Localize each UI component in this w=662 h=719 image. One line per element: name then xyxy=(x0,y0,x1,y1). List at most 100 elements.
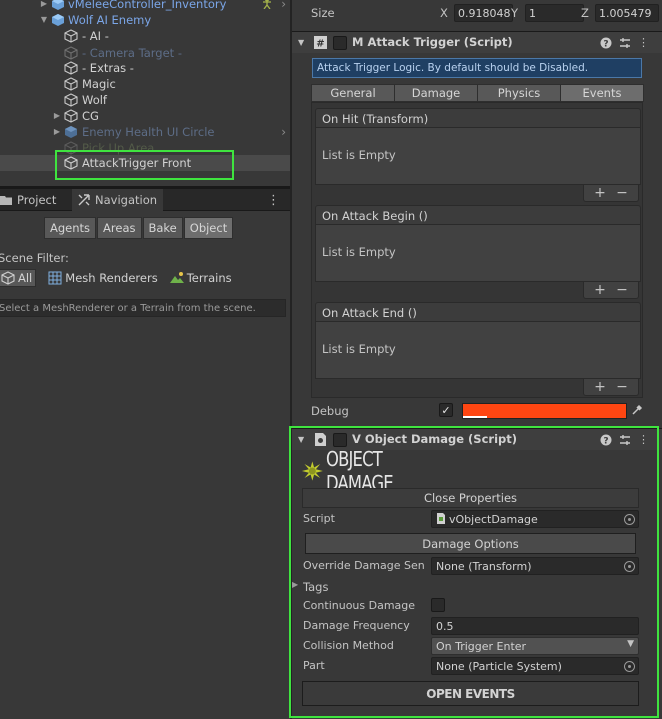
size-z-field[interactable]: 1.005479 xyxy=(595,4,659,22)
kebab-menu-icon[interactable]: ⋮ xyxy=(267,193,280,208)
tab-label: Navigation xyxy=(95,193,158,207)
event-on-attack-end: On Attack End () List is Empty + − xyxy=(315,302,641,396)
help-icon[interactable]: ? xyxy=(599,36,612,49)
component-title: M Attack Trigger (Script) xyxy=(352,35,513,49)
filter-all-label: All xyxy=(18,271,33,285)
foldout-right-icon[interactable]: ▶ xyxy=(39,0,49,9)
hierarchy-item-label: Wolf xyxy=(82,93,107,107)
debug-checkbox[interactable]: ✓ xyxy=(439,403,453,417)
hierarchy-row[interactable]: ▶ Enemy Health UI Circle › xyxy=(0,124,290,140)
hierarchy-row[interactable]: - Extras - xyxy=(0,60,290,76)
add-icon[interactable]: + xyxy=(594,282,606,298)
navigation-icon xyxy=(78,194,90,206)
agents-button[interactable]: Agents xyxy=(44,217,97,239)
kebab-menu-icon[interactable]: ⋮ xyxy=(637,36,650,49)
gameobject-cube-icon xyxy=(64,29,78,43)
tab-navigation[interactable]: Navigation xyxy=(72,189,164,211)
hierarchy-item-label: vMeleeController_Inventory xyxy=(68,0,227,11)
filter-terrains-button[interactable]: Terrains xyxy=(169,269,232,287)
csharp-script-icon: # xyxy=(314,36,327,50)
nav-tabbar: Project Navigation ⋮ xyxy=(0,189,290,211)
event-body: List is Empty xyxy=(315,225,641,282)
axis-y-label: Y xyxy=(511,6,519,20)
event-on-attack-begin: On Attack Begin () List is Empty + − xyxy=(315,205,641,299)
scene-filter-row: All Mesh Renderers Terrains xyxy=(0,269,244,287)
filter-terrains-label: Terrains xyxy=(186,271,232,285)
prefab-cube-icon xyxy=(52,14,64,26)
hierarchy-item-label: Enemy Health UI Circle xyxy=(82,125,215,139)
scene-filter-label: Scene Filter: xyxy=(0,251,69,265)
tab-project[interactable]: Project xyxy=(0,189,62,211)
tab-label: Project xyxy=(17,193,57,207)
foldout-down-icon[interactable]: ▼ xyxy=(298,38,304,47)
size-y-field[interactable]: 1 xyxy=(525,4,584,22)
hierarchy-row[interactable]: Wolf xyxy=(0,92,290,108)
hierarchy-row[interactable]: - Camera Target - xyxy=(0,45,290,61)
selection-highlight xyxy=(55,150,234,180)
hierarchy-row[interactable]: ▶ CG xyxy=(0,108,290,124)
list-controls: + − xyxy=(583,282,639,299)
preset-icon[interactable] xyxy=(618,36,631,49)
debug-color-field[interactable] xyxy=(462,403,627,419)
foldout-down-icon[interactable]: ▼ xyxy=(39,15,49,25)
remove-icon[interactable]: − xyxy=(616,185,628,201)
nav-mode-buttons: Agents Areas Bake Object xyxy=(44,217,234,239)
eyedropper-icon[interactable] xyxy=(631,404,643,416)
event-body: List is Empty xyxy=(315,322,641,379)
gameobject-cube-icon xyxy=(64,46,78,60)
add-icon[interactable]: + xyxy=(594,379,606,395)
svg-text:#: # xyxy=(316,39,324,50)
list-controls: + − xyxy=(583,379,639,396)
size-y-group: Y 1 xyxy=(511,4,584,22)
hierarchy-row[interactable]: Magic xyxy=(0,76,290,92)
event-body: List is Empty xyxy=(315,128,641,185)
event-name: On Attack End () xyxy=(315,302,641,322)
attack-trigger-header[interactable]: ▼ # M Attack Trigger (Script) ? ⋮ xyxy=(292,31,662,53)
event-name: On Attack Begin () xyxy=(315,205,641,225)
foldout-right-icon[interactable]: ▶ xyxy=(52,127,62,137)
header-icons: ? ⋮ xyxy=(599,36,650,49)
size-label: Size xyxy=(311,6,335,20)
hierarchy-row[interactable]: ▼ Wolf AI Enemy xyxy=(0,12,290,28)
prefab-cube-icon xyxy=(52,0,64,10)
filter-all-button[interactable]: All xyxy=(0,269,37,287)
folder-icon xyxy=(0,196,12,205)
mesh-grid-icon xyxy=(48,271,62,285)
hierarchy-item-label: - AI - xyxy=(82,29,109,43)
bake-button[interactable]: Bake xyxy=(142,217,183,239)
tab-physics[interactable]: Physics xyxy=(477,84,561,102)
object-button[interactable]: Object xyxy=(183,217,234,239)
size-x-group: X 0.918048 xyxy=(440,4,513,22)
selection-highlight xyxy=(289,426,659,718)
hierarchy-row[interactable]: ▶ vMeleeController_Inventory › xyxy=(0,0,290,12)
person-icon xyxy=(263,0,271,9)
gameobject-cube-icon xyxy=(64,61,78,75)
axis-z-label: Z xyxy=(581,6,589,20)
add-icon[interactable]: + xyxy=(594,185,606,201)
remove-icon[interactable]: − xyxy=(616,282,628,298)
foldout-right-icon[interactable]: ▶ xyxy=(52,111,62,121)
events-area: On Hit (Transform) List is Empty + − On … xyxy=(311,102,643,398)
tab-events[interactable]: Events xyxy=(560,84,644,102)
gameobject-cube-icon xyxy=(64,109,78,123)
gameobject-cube-icon xyxy=(64,93,78,107)
hierarchy-row[interactable]: - AI - xyxy=(0,28,290,44)
event-name: On Hit (Transform) xyxy=(315,108,641,128)
hierarchy-item-label: - Extras - xyxy=(82,61,134,75)
list-controls: + − xyxy=(583,185,639,202)
chevron-right-icon[interactable]: › xyxy=(281,125,286,139)
remove-icon[interactable]: − xyxy=(616,379,628,395)
size-z-group: Z 1.005479 xyxy=(581,4,659,22)
selection-hint: Select a MeshRenderer or a Terrain from … xyxy=(0,299,286,317)
filter-mesh-renderers-button[interactable]: Mesh Renderers xyxy=(48,269,158,287)
debug-row: Debug ✓ xyxy=(292,401,662,421)
tab-general[interactable]: General xyxy=(311,84,395,102)
areas-button[interactable]: Areas xyxy=(97,217,142,239)
axis-x-label: X xyxy=(440,6,448,20)
size-x-field[interactable]: 0.918048 xyxy=(454,4,513,22)
tab-damage[interactable]: Damage xyxy=(394,84,478,102)
size-row: Size X 0.918048 Y 1 Z 1.005479 xyxy=(292,0,662,28)
chevron-right-icon[interactable]: › xyxy=(281,0,286,11)
component-enable-checkbox[interactable] xyxy=(333,36,347,50)
cube-icon xyxy=(1,271,15,285)
